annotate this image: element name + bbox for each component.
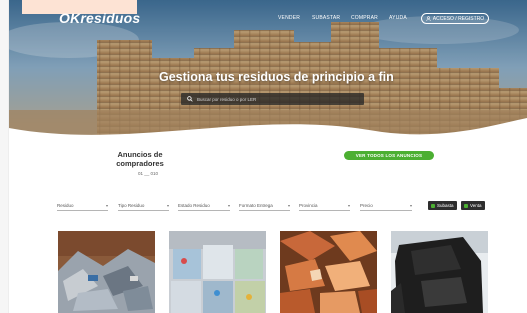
filter-residuo-label: Residuo bbox=[57, 203, 74, 208]
search-icon bbox=[187, 96, 193, 102]
chevron-down-icon: ▾ bbox=[347, 203, 350, 208]
chevron-down-icon: ▾ bbox=[227, 203, 230, 208]
filter-precio-label: Precio bbox=[360, 203, 373, 208]
listing-card-3[interactable] bbox=[280, 231, 377, 313]
filter-tipo-residuo-label: Tipo Residuo bbox=[118, 203, 145, 208]
nav-subastar[interactable]: SUBASTAR bbox=[312, 15, 340, 21]
see-all-ads-button[interactable]: VER TODOS LOS ANUNCIOS bbox=[344, 151, 434, 160]
filter-estado-residuo[interactable]: Estado Residuo ▾ bbox=[178, 203, 230, 211]
copper-scrap-photo bbox=[280, 231, 377, 313]
login-register-button[interactable]: ACCESO / REGISTRO bbox=[421, 13, 489, 24]
hero-title: Gestiona tus residuos de principio a fin bbox=[159, 70, 394, 84]
nav-vender[interactable]: VENDER bbox=[278, 15, 300, 21]
black-baled-material-photo bbox=[391, 231, 488, 313]
chevron-down-icon: ▾ bbox=[409, 203, 412, 208]
checkbox-icon bbox=[464, 203, 468, 208]
filter-tipo-residuo[interactable]: Tipo Residuo ▾ bbox=[118, 203, 169, 211]
checkbox-icon bbox=[431, 203, 435, 208]
user-icon bbox=[426, 16, 431, 21]
toggle-venta-label: Venta bbox=[470, 203, 482, 208]
chevron-down-icon: ▾ bbox=[166, 203, 169, 208]
login-register-label: ACCESO / REGISTRO bbox=[432, 15, 485, 22]
filter-provincia[interactable]: Provincia ▾ bbox=[299, 203, 350, 211]
listing-card-2[interactable] bbox=[169, 231, 266, 313]
plastic-bales-photo bbox=[169, 231, 266, 313]
toggle-subasta[interactable]: Subasta bbox=[428, 201, 457, 210]
buyers-ads-title: Anuncios de compradores bbox=[116, 150, 164, 168]
toggle-venta[interactable]: Venta bbox=[461, 201, 485, 210]
listing-card-1[interactable] bbox=[58, 231, 155, 313]
search-bar[interactable]: Buscar por residuo o por LER bbox=[181, 93, 364, 105]
toggle-subasta-label: Subasta bbox=[437, 203, 454, 208]
listing-card-4[interactable] bbox=[391, 231, 488, 313]
chevron-down-icon: ▾ bbox=[287, 203, 290, 208]
nav-ayuda[interactable]: AYUDA bbox=[389, 15, 407, 21]
chevron-down-icon: ▾ bbox=[105, 203, 108, 208]
filter-precio[interactable]: Precio ▾ bbox=[360, 203, 412, 211]
scrap-metal-photo bbox=[58, 231, 155, 313]
site-logo[interactable]: OKresiduos bbox=[59, 10, 140, 26]
nav-comprar[interactable]: COMPRAR bbox=[351, 15, 378, 21]
filter-estado-residuo-label: Estado Residuo bbox=[178, 203, 210, 208]
search-input[interactable]: Buscar por residuo o por LER bbox=[197, 97, 256, 102]
filter-provincia-label: Provincia bbox=[299, 203, 318, 208]
filter-residuo[interactable]: Residuo ▾ bbox=[57, 203, 108, 211]
filter-formato-entrega-label: Formato Entrega bbox=[239, 203, 273, 208]
buyers-ads-count: 01 __ 010 bbox=[138, 171, 159, 176]
filter-formato-entrega[interactable]: Formato Entrega ▾ bbox=[239, 203, 290, 211]
left-edge-strip bbox=[0, 0, 9, 313]
